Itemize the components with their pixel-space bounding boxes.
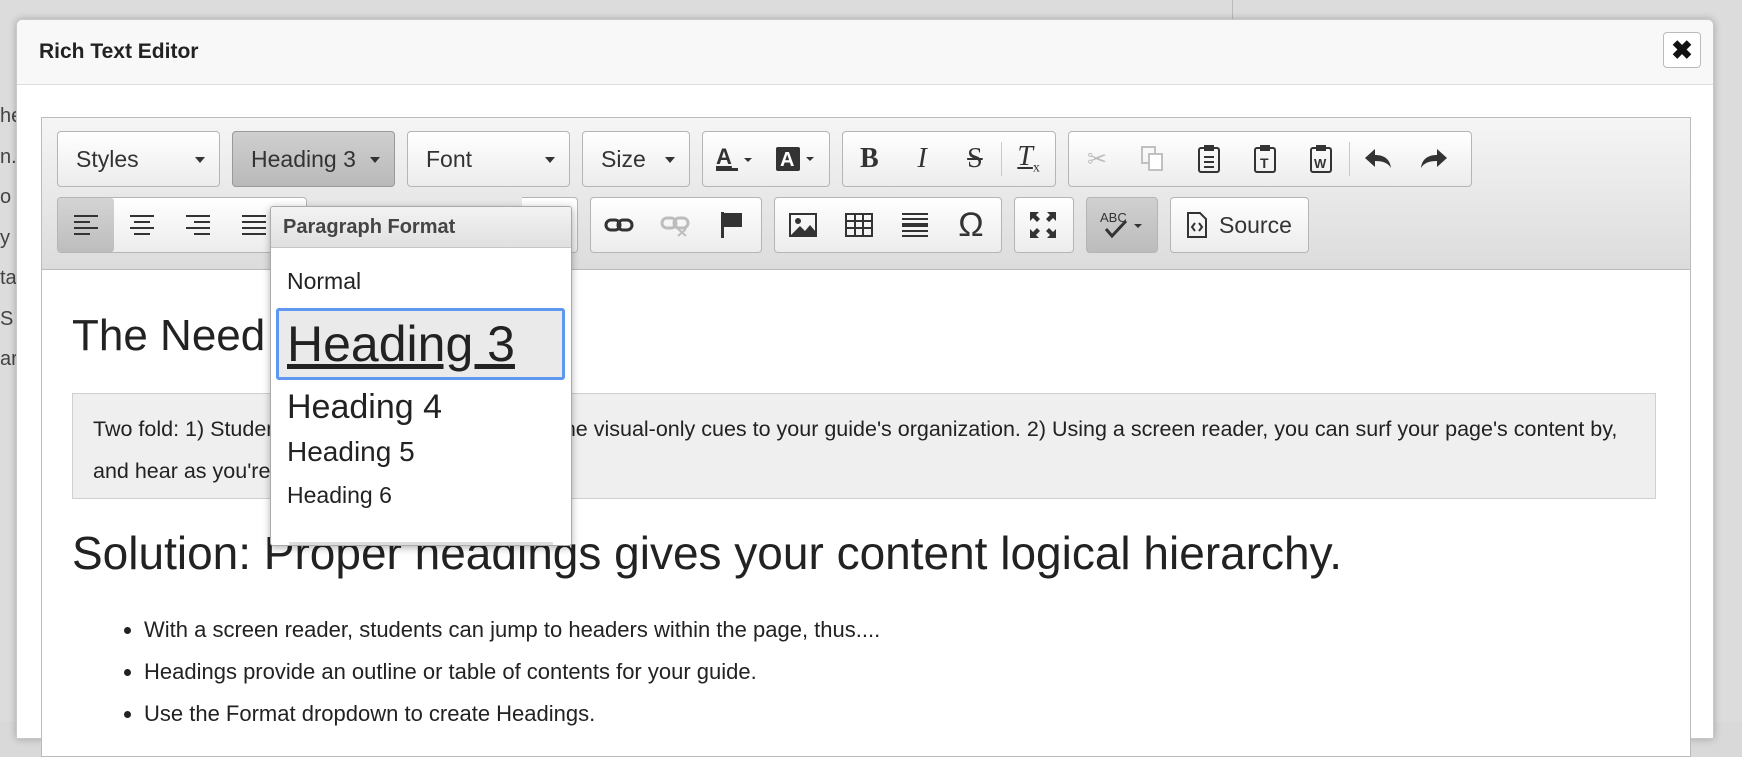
paragraph-format-dropdown: Paragraph Format Normal Heading 3 Headin… — [270, 206, 572, 546]
remove-format-button[interactable]: Tx — [1002, 132, 1055, 186]
bold-button[interactable]: B — [843, 132, 896, 186]
color-group: A A — [702, 131, 830, 187]
table-button[interactable] — [831, 198, 887, 252]
background-divider — [1232, 0, 1233, 20]
cut-button[interactable]: ✂ — [1069, 132, 1125, 186]
link-group — [590, 197, 762, 253]
image-button[interactable] — [775, 198, 831, 252]
format-option-normal[interactable]: Normal — [271, 248, 571, 308]
align-right-icon — [186, 215, 210, 235]
svg-text:T: T — [1260, 155, 1269, 171]
copy-icon — [1141, 146, 1163, 171]
format-option-heading-5[interactable]: Heading 5 — [271, 434, 571, 478]
maximize-group — [1014, 197, 1074, 253]
paste-text-icon: T — [1254, 145, 1276, 173]
unlink-button[interactable] — [647, 198, 703, 252]
horizontal-rule-icon — [902, 213, 928, 237]
dialog-title: Rich Text Editor — [39, 40, 199, 63]
undo-button[interactable] — [1350, 132, 1406, 186]
remove-format-icon: Tx — [1017, 141, 1040, 176]
horizontal-rule-button[interactable] — [887, 198, 943, 252]
paste-text-button[interactable]: T — [1237, 132, 1293, 186]
text-color-icon: A — [716, 144, 752, 171]
background-text: he n... o y ta S ar — [0, 105, 16, 370]
chevron-down-icon — [545, 157, 555, 163]
italic-icon: I — [917, 143, 927, 174]
heading-need: The Need — [72, 311, 266, 360]
close-icon: ✖ — [1671, 35, 1693, 65]
anchor-button[interactable] — [703, 198, 759, 252]
align-right-button[interactable] — [170, 198, 226, 252]
text-color-button[interactable]: A — [703, 132, 765, 186]
paste-button[interactable] — [1181, 132, 1237, 186]
bullet-list: With a screen reader, students can jump … — [122, 609, 880, 735]
align-left-button[interactable] — [58, 198, 114, 252]
anchor-icon — [721, 212, 742, 238]
source-button[interactable]: Source — [1170, 197, 1309, 253]
size-combo[interactable]: Size — [582, 131, 690, 187]
maximize-icon — [1030, 212, 1056, 238]
basic-styles-group: B I S Tx — [842, 131, 1056, 187]
paste-word-button[interactable]: W — [1293, 132, 1349, 186]
link-button[interactable] — [591, 198, 647, 252]
svg-text:W: W — [1314, 156, 1327, 171]
chevron-down-icon — [665, 157, 675, 163]
list-item: Use the Format dropdown to create Headin… — [144, 693, 880, 735]
svg-text:A: A — [716, 144, 732, 169]
rich-text-editor-dialog: Rich Text Editor ✖ Styles Heading 3 Font… — [16, 19, 1714, 757]
clipboard-group: ✂ T W — [1068, 131, 1472, 187]
dialog-header: Rich Text Editor ✖ — [17, 20, 1713, 85]
format-option-heading-3[interactable]: Heading 3 — [276, 308, 565, 380]
font-combo[interactable]: Font — [407, 131, 570, 187]
svg-text:A: A — [780, 149, 794, 171]
special-char-button[interactable]: Ω — [943, 198, 999, 252]
format-option-heading-4[interactable]: Heading 4 — [271, 380, 571, 434]
chevron-down-icon — [370, 157, 380, 163]
justify-icon — [242, 215, 266, 235]
styles-combo[interactable]: Styles — [57, 131, 220, 187]
special-char-icon: Ω — [958, 205, 984, 244]
spellcheck-group: ABC — [1086, 197, 1158, 253]
format-combo[interactable]: Heading 3 — [232, 131, 395, 187]
redo-icon — [1421, 149, 1447, 168]
list-item: With a screen reader, students can jump … — [144, 609, 880, 651]
table-icon — [845, 213, 873, 237]
align-center-icon — [130, 215, 154, 235]
undo-icon — [1365, 149, 1391, 168]
strikethrough-button[interactable]: S — [949, 132, 1002, 186]
background-color-icon: A — [776, 147, 814, 171]
strikethrough-icon: S — [967, 143, 983, 174]
align-left-icon — [74, 215, 98, 235]
paste-icon — [1198, 145, 1220, 173]
format-option-heading-6[interactable]: Heading 6 — [271, 478, 571, 518]
chevron-down-icon — [195, 157, 205, 163]
redo-button[interactable] — [1406, 132, 1462, 186]
paste-word-icon: W — [1310, 145, 1332, 173]
close-button[interactable]: ✖ — [1663, 32, 1701, 68]
maximize-button[interactable] — [1015, 198, 1071, 252]
link-icon — [604, 218, 634, 232]
image-icon — [789, 213, 817, 237]
align-center-button[interactable] — [114, 198, 170, 252]
background-color-button[interactable]: A — [765, 132, 827, 186]
copy-button[interactable] — [1125, 132, 1181, 186]
spellcheck-icon: ABC — [1100, 210, 1142, 239]
heading-solution: Solution: Proper headings gives your con… — [72, 527, 1342, 579]
unlink-icon — [660, 216, 690, 237]
bold-icon: B — [860, 143, 879, 174]
list-item: Headings provide an outline or table of … — [144, 651, 880, 693]
insert-group: Ω — [774, 197, 1002, 253]
italic-button[interactable]: I — [896, 132, 949, 186]
spellcheck-button[interactable]: ABC — [1087, 198, 1157, 252]
cut-icon: ✂ — [1086, 145, 1108, 173]
dropdown-scrollbar[interactable] — [289, 542, 553, 545]
source-icon — [1187, 212, 1207, 238]
dropdown-header: Paragraph Format — [271, 207, 571, 248]
